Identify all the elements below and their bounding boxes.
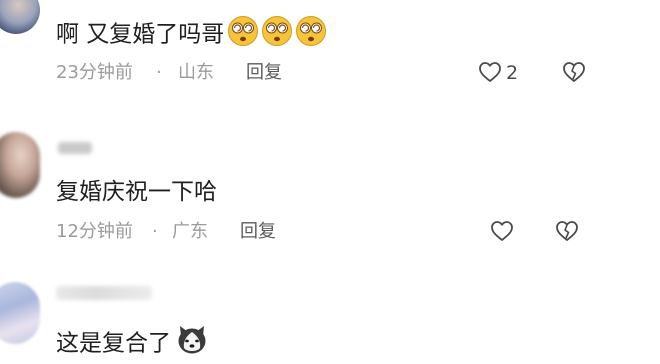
comment-text: 复婚庆祝一下哈 bbox=[56, 177, 217, 207]
like-count: 2 bbox=[506, 62, 519, 84]
broken-heart-icon bbox=[562, 62, 586, 87]
meta-separator: · bbox=[156, 62, 162, 83]
username[interactable] bbox=[58, 142, 92, 154]
comment-meta: 12分钟前 · 广东 回复 bbox=[56, 220, 316, 244]
comment-text-label: 啊 又复婚了吗哥 bbox=[56, 21, 225, 48]
dizzy-face-icon bbox=[294, 15, 328, 55]
comment-time: 12分钟前 bbox=[56, 221, 133, 242]
comment-meta: 23分钟前 · 山东 回复 bbox=[56, 61, 316, 85]
dislike-button[interactable] bbox=[562, 61, 588, 85]
reply-button[interactable]: 回复 bbox=[240, 220, 276, 244]
like-button[interactable]: 2 bbox=[478, 59, 526, 87]
comment-location: 广东 bbox=[172, 221, 208, 242]
dizzy-face-icon bbox=[260, 15, 294, 55]
dislike-button[interactable] bbox=[555, 220, 581, 244]
comment-text-label: 这是复合了 bbox=[56, 330, 171, 357]
avatar[interactable] bbox=[0, 0, 40, 34]
comment-text: 这是复合了 bbox=[56, 324, 209, 364]
dizzy-face-icon bbox=[226, 15, 260, 55]
husky-dog-face-icon bbox=[175, 324, 209, 364]
meta-separator: · bbox=[152, 221, 158, 242]
comment-location: 山东 bbox=[178, 62, 214, 83]
reply-button[interactable]: 回复 bbox=[246, 61, 282, 85]
heart-icon bbox=[478, 61, 502, 83]
comment-item: 这是复合了 bbox=[0, 280, 660, 362]
comment-item: 啊 又复婚了吗哥 23分钟前 · 山东 回复 2 bbox=[0, 0, 660, 100]
like-button[interactable] bbox=[490, 220, 516, 248]
comment-text-label: 复婚庆祝一下哈 bbox=[56, 179, 217, 205]
avatar[interactable] bbox=[0, 282, 40, 344]
username[interactable] bbox=[56, 286, 152, 300]
comment-text: 啊 又复婚了吗哥 bbox=[56, 15, 328, 55]
comment-time: 23分钟前 bbox=[56, 62, 133, 83]
comment-item: 复婚庆祝一下哈 12分钟前 · 广东 回复 bbox=[0, 128, 660, 258]
heart-icon bbox=[490, 220, 514, 242]
avatar[interactable] bbox=[0, 132, 40, 198]
broken-heart-icon bbox=[555, 221, 579, 246]
